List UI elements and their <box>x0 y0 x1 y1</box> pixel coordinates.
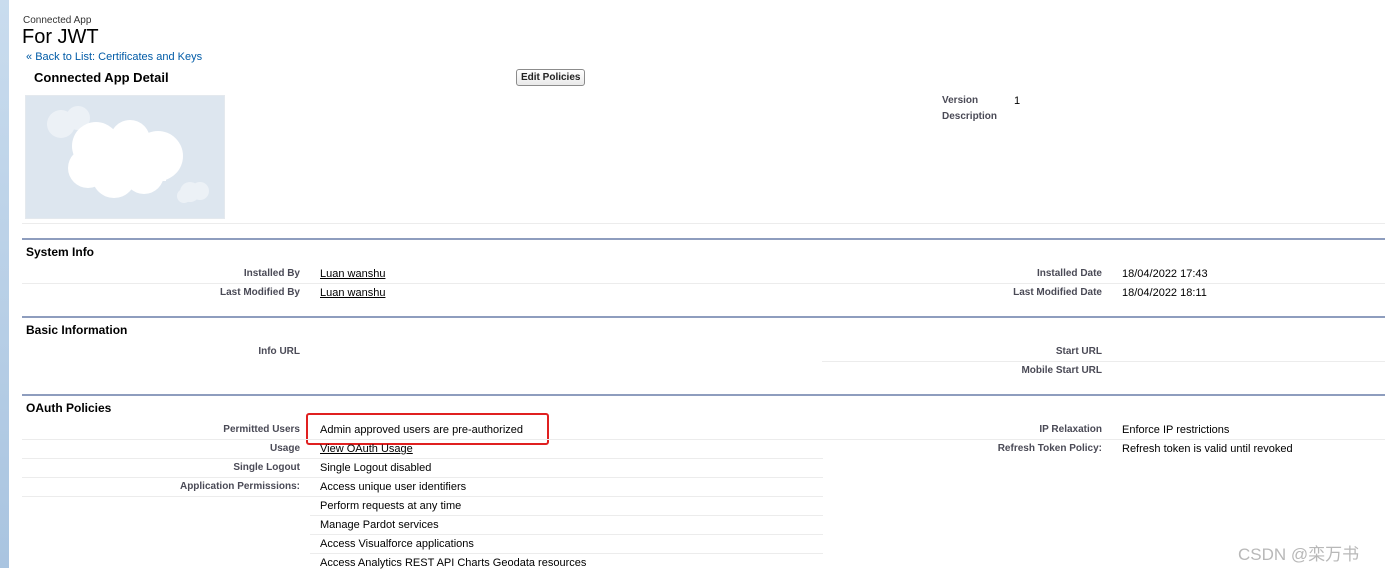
last-modified-by-link[interactable]: Luan wanshu <box>320 287 385 299</box>
row-divider <box>22 439 1385 440</box>
row-divider <box>310 534 823 535</box>
last-modified-date-value: 18/04/2022 18:11 <box>1122 287 1207 299</box>
row-divider <box>22 458 823 459</box>
left-sidebar-strip <box>0 0 9 568</box>
oauth-policies-title: OAuth Policies <box>26 401 112 415</box>
refresh-token-policy-value: Refresh token is valid until revoked <box>1122 443 1293 455</box>
ip-relaxation-value: Enforce IP restrictions <box>1122 424 1230 436</box>
start-url-label: Start URL <box>1055 346 1102 357</box>
view-oauth-usage-link[interactable]: View OAuth Usage <box>320 443 413 455</box>
row-divider <box>822 361 1385 362</box>
back-to-list-link[interactable]: « Back to List: Certificates and Keys <box>26 51 202 63</box>
row-divider <box>22 477 823 478</box>
permission-item: Access unique user identifiers <box>320 481 467 493</box>
system-info-bar <box>22 238 1385 240</box>
permitted-users-label: Permitted Users <box>223 424 300 435</box>
permission-item: Perform requests at any time <box>320 500 462 512</box>
refresh-token-policy-label: Refresh Token Policy: <box>997 443 1102 454</box>
single-logout-label: Single Logout <box>233 462 300 473</box>
info-url-label: Info URL <box>258 346 300 357</box>
version-label: Version <box>942 95 979 106</box>
permission-item: Access Analytics REST API Charts Geodata… <box>320 557 587 569</box>
version-value: 1 <box>1014 95 1021 107</box>
permission-item: Manage Pardot services <box>320 519 439 531</box>
permitted-users-highlight <box>306 413 549 445</box>
page-title: For JWT <box>22 26 99 48</box>
basic-info-bar <box>22 316 1385 318</box>
app-logo-placeholder <box>25 95 225 219</box>
last-modified-by-label: Last Modified By <box>219 287 300 298</box>
system-info-title: System Info <box>26 245 95 259</box>
detail-divider <box>22 223 1385 224</box>
watermark-text: CSDN @栾万书 <box>1238 545 1360 564</box>
single-logout-value: Single Logout disabled <box>320 462 432 474</box>
ip-relaxation-label: IP Relaxation <box>1039 424 1102 435</box>
installed-by-link[interactable]: Luan wanshu <box>320 268 385 280</box>
installed-by-label: Installed By <box>243 268 300 279</box>
row-divider <box>22 283 1385 284</box>
basic-info-title: Basic Information <box>26 323 128 337</box>
back-arrow-icon: « <box>26 51 33 63</box>
mobile-start-url-label: Mobile Start URL <box>1021 365 1102 376</box>
permission-item: Access Visualforce applications <box>320 538 474 550</box>
installed-date-value: 18/04/2022 17:43 <box>1122 268 1208 280</box>
installed-date-label: Installed Date <box>1036 268 1102 279</box>
page-type-label: Connected App <box>23 15 92 26</box>
row-divider <box>310 553 823 554</box>
connected-app-detail-title: Connected App Detail <box>34 70 169 85</box>
back-to-list-label: Back to List: Certificates and Keys <box>35 51 203 63</box>
edit-policies-button[interactable]: Edit Policies <box>516 69 586 86</box>
row-divider <box>310 515 823 516</box>
description-label: Description <box>942 111 998 122</box>
row-divider <box>22 496 823 497</box>
cloud-logo-icon <box>47 106 209 203</box>
oauth-policies-bar <box>22 394 1385 396</box>
usage-label: Usage <box>269 443 300 454</box>
application-permissions-label: Application Permissions: <box>179 481 300 492</box>
last-modified-date-label: Last Modified Date <box>1013 287 1102 298</box>
